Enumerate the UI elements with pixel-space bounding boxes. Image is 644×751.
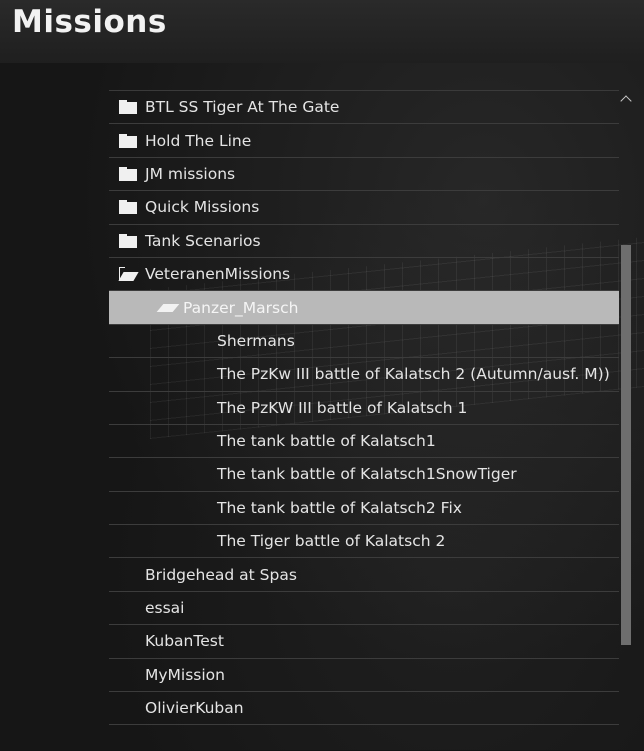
mission-item[interactable]: OlivierKuban [109,692,619,726]
item-label: Quick Missions [145,198,260,217]
mission-item[interactable]: The tank battle of Kalatsch1 [109,425,619,459]
item-label: Shermans [217,331,295,350]
folder-open-icon [119,267,137,282]
header-bar: Missions [0,0,644,63]
folder-item[interactable]: Quick Missions [109,191,619,225]
item-label: The tank battle of Kalatsch1 [217,432,436,451]
folder-closed-icon [119,166,137,181]
item-label: KubanTest [145,632,224,651]
folder-item[interactable]: Tank Scenarios [109,225,619,258]
mission-item[interactable]: The PzKw III battle of Kalatsch 2 (Autum… [109,358,619,392]
item-label: Hold The Line [145,131,252,150]
item-label: The Tiger battle of Kalatsch 2 [217,532,446,551]
folder-item[interactable]: VeteranenMissions [109,258,619,292]
mission-item[interactable]: The PzKW III battle of Kalatsch 1 [109,392,619,425]
mission-item[interactable]: essai [109,592,619,626]
mission-tree-list: BTL SS Tiger At The Gate Hold The Line JM … [109,90,619,751]
mission-item[interactable]: The tank battle of Kalatsch2 Fix [109,492,619,526]
subfolder-item[interactable]: Panzer_Marsch [109,291,619,325]
folder-item[interactable]: Hold The Line [109,124,619,158]
item-label: The tank battle of Kalatsch1SnowTiger [217,465,517,484]
mission-item[interactable]: MyMission [109,659,619,693]
folder-closed-icon [119,200,137,215]
item-label: Bridgehead at Spas [145,565,297,584]
mission-item[interactable]: Bridgehead at Spas [109,558,619,592]
item-label: VeteranenMissions [145,265,291,284]
folder-closed-icon [119,100,137,115]
folder-open-flat-icon [157,304,179,312]
item-label: Panzer_Marsch [183,298,299,317]
mission-item[interactable]: Shermans [109,325,619,359]
mission-item[interactable]: KubanTest [109,625,619,659]
item-label: The PzKW III battle of Kalatsch 1 [217,398,468,417]
folder-closed-icon [119,233,137,248]
scrollbar[interactable] [619,90,633,750]
item-label: BTL SS Tiger At The Gate [145,98,340,117]
mission-item[interactable]: The Tiger battle of Kalatsch 2 [109,525,619,559]
folder-closed-icon [119,133,137,148]
chevron-up-icon[interactable] [621,94,631,104]
item-label: Tank Scenarios [145,231,261,250]
page-title: Missions [12,4,167,40]
item-label: JM missions [145,164,236,183]
folder-item[interactable]: JM missions [109,158,619,192]
item-label: OlivierKuban [145,699,244,718]
scrollbar-thumb[interactable] [621,245,631,645]
item-label: The PzKw III battle of Kalatsch 2 (Autum… [217,365,610,384]
item-label: essai [145,599,185,618]
item-label: The tank battle of Kalatsch2 Fix [217,498,462,517]
item-label: MyMission [145,665,225,684]
folder-item[interactable]: BTL SS Tiger At The Gate [109,91,619,125]
mission-item[interactable]: The tank battle of Kalatsch1SnowTiger [109,458,619,492]
